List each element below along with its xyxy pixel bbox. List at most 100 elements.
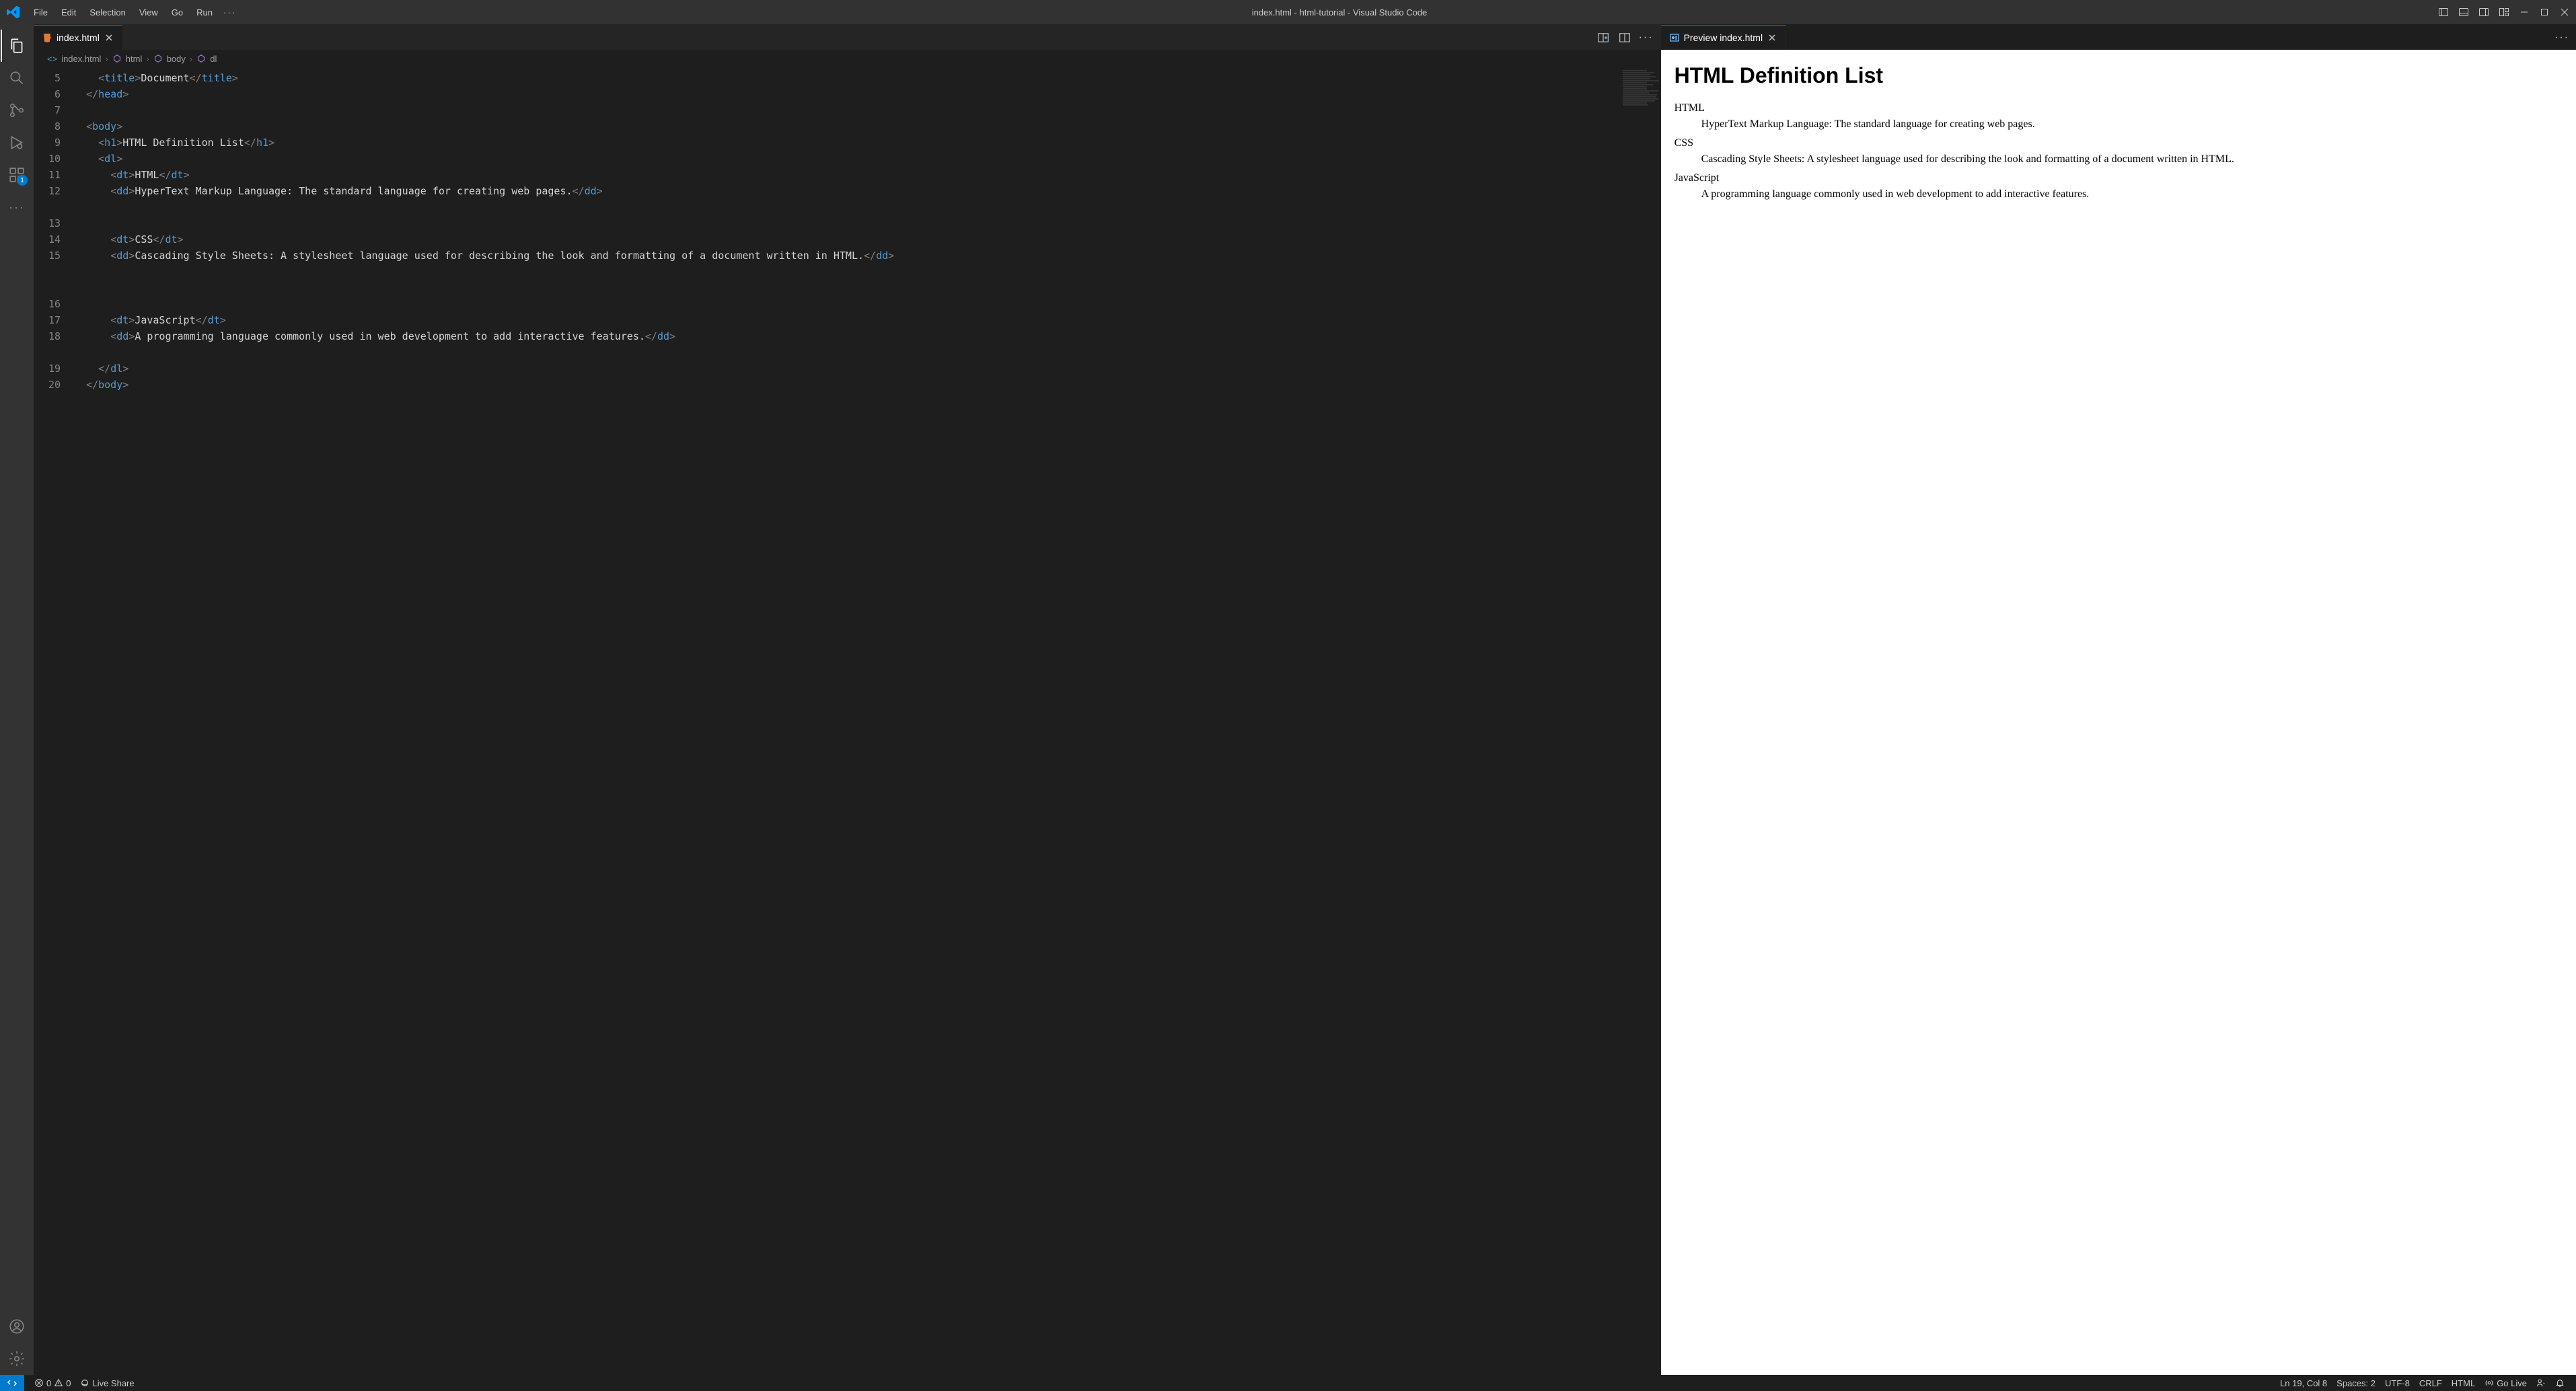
status-problems[interactable]: 0 0	[30, 1378, 75, 1388]
code-line[interactable]: <dd>HyperText Markup Language: The stand…	[74, 183, 1660, 215]
open-preview-side-icon[interactable]	[1597, 32, 1609, 44]
breadcrumb-part[interactable]: body	[167, 54, 186, 64]
menu-file[interactable]: File	[28, 5, 53, 20]
code-line[interactable]: <dl>	[74, 151, 1660, 167]
minimap[interactable]	[1620, 67, 1660, 1375]
line-number-gutter: 4567891011121314151617181920	[34, 67, 74, 1375]
status-encoding[interactable]: UTF-8	[2380, 1378, 2415, 1388]
status-language-mode[interactable]: HTML	[2447, 1378, 2480, 1388]
activity-explorer[interactable]	[1, 30, 33, 62]
status-eol[interactable]: CRLF	[2415, 1378, 2447, 1388]
menu-edit[interactable]: Edit	[56, 5, 81, 20]
status-cursor-position[interactable]: Ln 19, Col 8	[2275, 1378, 2332, 1388]
statusbar: 0 0 Live Share Ln 19, Col 8 Spaces: 2 UT…	[0, 1375, 2576, 1391]
code-line[interactable]: <title>Document</title>	[74, 70, 1660, 86]
activity-settings[interactable]	[1, 1343, 33, 1375]
tab-preview[interactable]: Preview index.html	[1661, 25, 1787, 50]
window-close-button[interactable]	[2559, 6, 2571, 18]
breadcrumb-file[interactable]: index.html	[61, 54, 101, 64]
code-line[interactable]	[74, 215, 1660, 231]
line-number: 16	[34, 296, 61, 312]
toggle-panel-bottom-icon[interactable]	[2458, 6, 2470, 18]
activity-search[interactable]	[1, 62, 33, 94]
window-maximize-button[interactable]	[2538, 6, 2550, 18]
tab-index-html[interactable]: <> index.html	[34, 25, 123, 50]
preview-term: JavaScript	[1675, 170, 2563, 186]
code-line[interactable]: </head>	[74, 86, 1660, 102]
line-number: 7	[34, 102, 61, 118]
code-line[interactable]: <h1>HTML Definition List</h1>	[74, 135, 1660, 151]
preview-definition-list: HTMLHyperText Markup Language: The stand…	[1675, 100, 2563, 202]
activity-extensions[interactable]: 1	[1, 159, 33, 191]
code-line[interactable]: </body>	[74, 377, 1660, 393]
tab-label: Preview index.html	[1684, 32, 1763, 43]
code-line[interactable]: <dd>A programming language commonly used…	[74, 328, 1660, 361]
line-number: 12	[34, 183, 61, 215]
code-line[interactable]	[74, 102, 1660, 118]
code-area[interactable]: 4567891011121314151617181920 <head> <tit…	[34, 67, 1660, 1375]
status-liveshare[interactable]: Live Share	[75, 1378, 139, 1388]
preview-heading: HTML Definition List	[1675, 63, 2563, 88]
status-golive-label: Go Live	[2497, 1378, 2527, 1388]
breadcrumb-part[interactable]: dl	[210, 54, 217, 64]
line-number: 5	[34, 70, 61, 86]
code-line[interactable]	[74, 296, 1660, 312]
customize-layout-icon[interactable]	[2498, 6, 2510, 18]
main-area: 1 ··· <> index.html	[0, 24, 2576, 1375]
code-content[interactable]: <head> <title>Document</title> </head> <…	[74, 67, 1660, 1375]
toggle-panel-left-icon[interactable]	[2437, 6, 2450, 18]
window-minimize-button[interactable]	[2518, 6, 2530, 18]
preview-definition: A programming language commonly used in …	[1701, 186, 2563, 202]
activity-source-control[interactable]	[1, 94, 33, 126]
split-editor-icon[interactable]	[1619, 32, 1631, 44]
extensions-badge: 1	[17, 175, 28, 186]
editor-more-icon[interactable]: ···	[1640, 32, 1652, 44]
menu-selection[interactable]: Selection	[84, 5, 131, 20]
html-file-icon: <>	[47, 54, 57, 64]
line-number: 17	[34, 312, 61, 328]
status-liveshare-label: Live Share	[92, 1378, 134, 1388]
editor-group: <> index.html ··· <> index.html ›	[34, 24, 2576, 1375]
activity-more[interactable]: ···	[1, 191, 33, 223]
line-number: 6	[34, 86, 61, 102]
code-line[interactable]: <dt>JavaScript</dt>	[74, 312, 1660, 328]
preview-icon	[1669, 32, 1680, 43]
close-tab-icon[interactable]	[104, 32, 114, 43]
titlebar-menu: FileEditSelectionViewGoRun	[28, 5, 218, 20]
line-number: 18	[34, 328, 61, 361]
menu-view[interactable]: View	[134, 5, 163, 20]
symbol-icon	[153, 54, 163, 63]
activity-run-debug[interactable]	[1, 126, 33, 159]
code-line[interactable]: <dd>Cascading Style Sheets: A stylesheet…	[74, 248, 1660, 296]
line-number: 15	[34, 248, 61, 296]
status-notifications[interactable]	[2550, 1378, 2569, 1388]
status-indentation[interactable]: Spaces: 2	[2332, 1378, 2380, 1388]
menu-go[interactable]: Go	[166, 5, 188, 20]
svg-text:<>: <>	[44, 35, 52, 42]
code-line[interactable]: <dt>HTML</dt>	[74, 167, 1660, 183]
remote-button[interactable]	[0, 1375, 24, 1391]
status-golive[interactable]: Go Live	[2480, 1378, 2532, 1388]
line-number: 8	[34, 118, 61, 135]
activity-accounts[interactable]	[1, 1310, 33, 1343]
line-number: 11	[34, 167, 61, 183]
code-line[interactable]: </dl>	[74, 361, 1660, 377]
breadcrumb[interactable]: <> index.html › html › body › dl	[34, 50, 1660, 67]
tab-label: index.html	[57, 32, 100, 43]
line-number: 9	[34, 135, 61, 151]
code-line[interactable]: <dt>CSS</dt>	[74, 231, 1660, 248]
status-feedback[interactable]	[2532, 1378, 2550, 1388]
chevron-right-icon: ›	[190, 54, 192, 64]
line-number: 20	[34, 377, 61, 393]
preview-more-icon[interactable]: ···	[2556, 32, 2568, 44]
breadcrumb-part[interactable]: html	[126, 54, 143, 64]
close-tab-icon[interactable]	[1767, 32, 1777, 43]
code-line[interactable]: <body>	[74, 118, 1660, 135]
toggle-panel-right-icon[interactable]	[2478, 6, 2490, 18]
window-title: index.html - html-tutorial - Visual Stud…	[242, 7, 2437, 17]
menu-run[interactable]: Run	[191, 5, 218, 20]
preview-body: HTML Definition List HTMLHyperText Marku…	[1661, 50, 2576, 1375]
status-errors-count: 0	[46, 1378, 51, 1388]
titlebar-menu-more[interactable]: ···	[218, 5, 242, 20]
preview-tabbar: Preview index.html ···	[1661, 24, 2576, 50]
